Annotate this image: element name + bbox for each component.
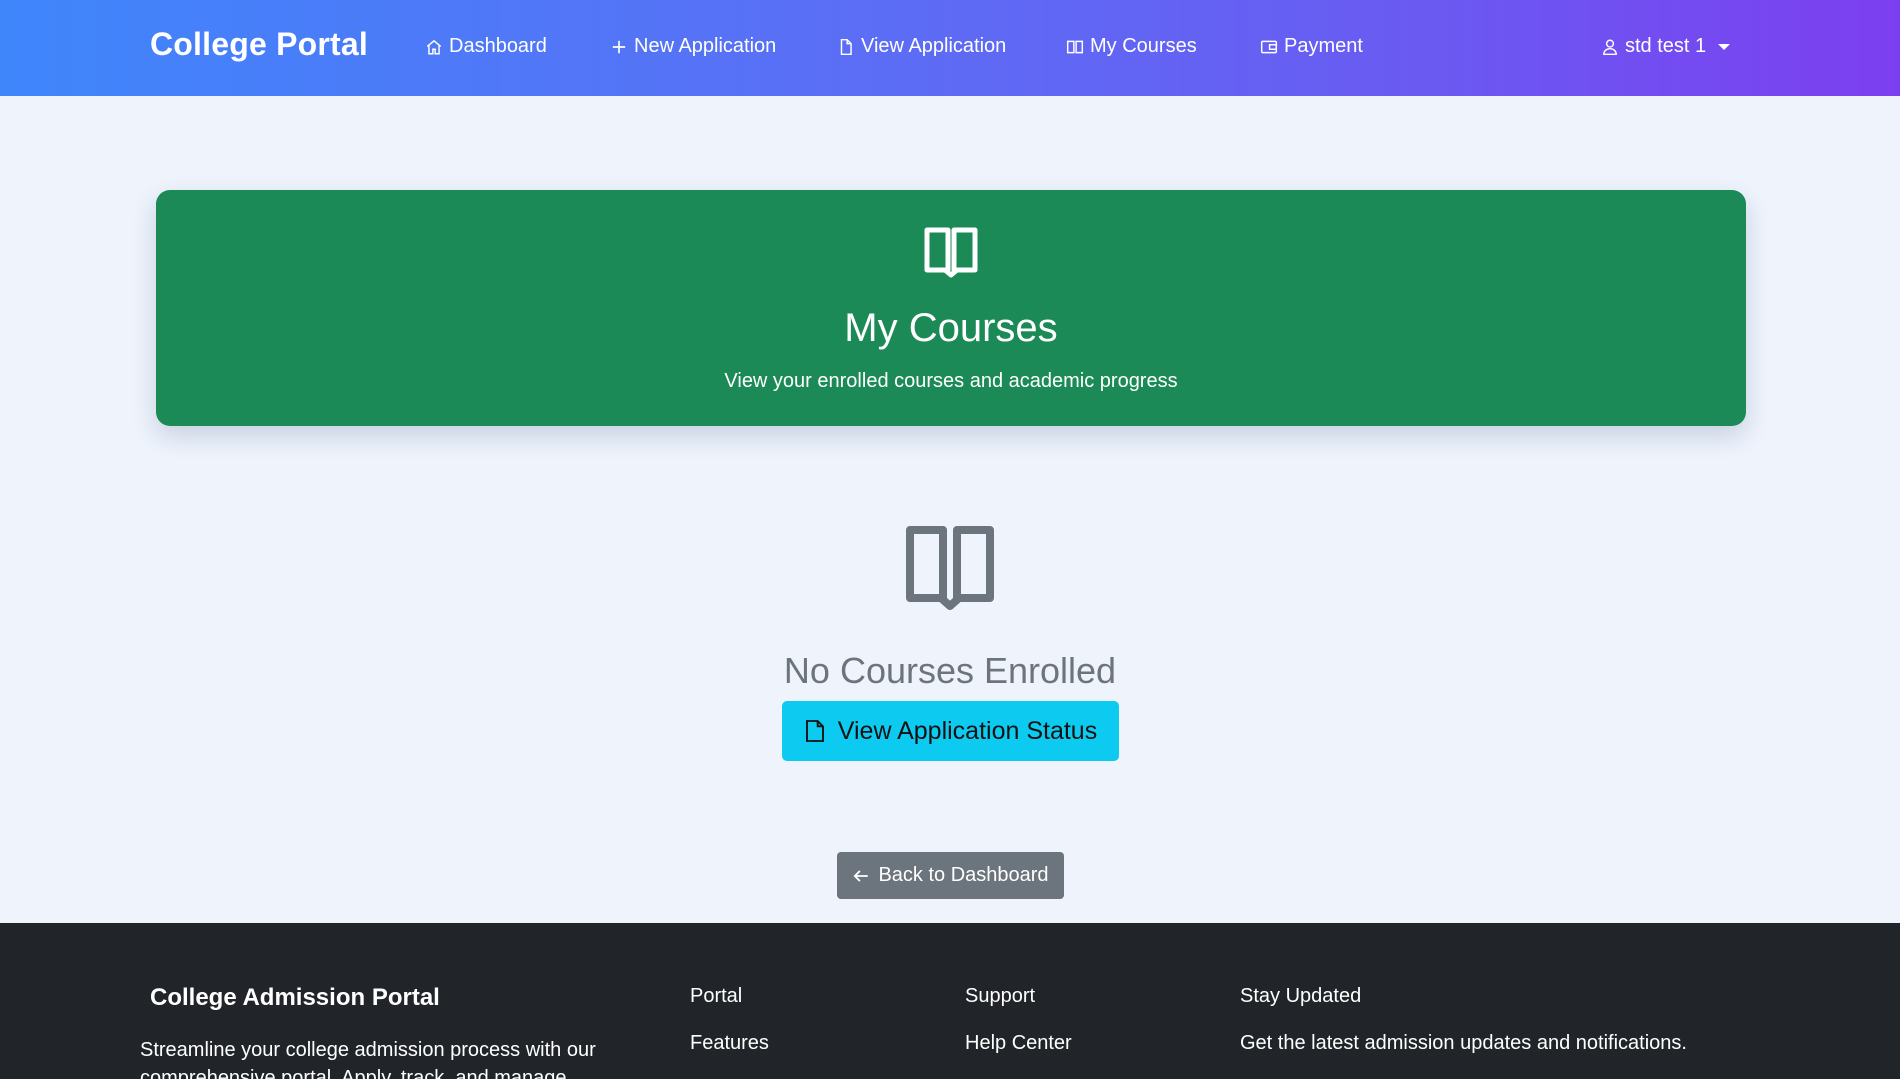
- book-icon: [906, 526, 994, 610]
- footer-description: Streamline your college admission proces…: [140, 1039, 596, 1079]
- chevron-down-icon: [1718, 43, 1731, 50]
- nav-dashboard-label: Dashboard: [449, 35, 547, 57]
- page-header-card: My Courses View your enrolled courses an…: [156, 190, 1746, 426]
- nav-view-application[interactable]: View Application: [837, 35, 1006, 58]
- file-icon: [805, 720, 824, 742]
- user-menu-dropdown[interactable]: std test 1: [1601, 35, 1731, 58]
- book-icon: [924, 227, 978, 278]
- view-application-status-label: View Application Status: [837, 716, 1098, 745]
- footer-link-features[interactable]: Features: [690, 1032, 769, 1055]
- footer-link-help-center[interactable]: Help Center: [965, 1032, 1072, 1055]
- plus-icon: [612, 40, 626, 53]
- back-to-dashboard-label: Back to Dashboard: [878, 864, 1049, 886]
- footer-heading-stay-updated: Stay Updated: [1240, 985, 1362, 1007]
- nav-dashboard[interactable]: Dashboard: [425, 35, 547, 58]
- back-to-dashboard-button[interactable]: Back to Dashboard: [837, 852, 1064, 899]
- footer-heading-portal: Portal: [690, 985, 743, 1007]
- site-footer: College Admission Portal Streamline your…: [0, 923, 1900, 1079]
- user-icon: [1603, 39, 1617, 55]
- arrow-left-icon: [853, 869, 869, 882]
- nav-my-courses[interactable]: My Courses: [1066, 35, 1197, 58]
- nav-payment-label: Payment: [1284, 35, 1363, 57]
- footer-updates-text: Get the latest admission updates and not…: [1240, 1032, 1687, 1054]
- footer-heading-support: Support: [965, 985, 1036, 1007]
- user-name-label: std test 1: [1625, 35, 1707, 57]
- nav-my-courses-label: My Courses: [1090, 35, 1197, 57]
- page-title: My Courses: [844, 306, 1058, 350]
- wallet-icon: [1260, 40, 1278, 53]
- file-icon: [840, 38, 852, 55]
- home-icon: [426, 39, 442, 54]
- top-navbar: College Portal Dashboard New Application…: [0, 0, 1900, 96]
- empty-state-title: No Courses Enrolled: [783, 650, 1117, 691]
- page-subtitle: View your enrolled courses and academic …: [724, 370, 1178, 392]
- book-icon: [1066, 40, 1084, 53]
- brand-logo-text[interactable]: College Portal: [150, 26, 368, 63]
- nav-payment[interactable]: Payment: [1260, 35, 1363, 58]
- footer-brand: College Admission Portal: [150, 984, 440, 1011]
- nav-view-application-label: View Application: [861, 35, 1007, 57]
- nav-new-application[interactable]: New Application: [610, 35, 776, 58]
- nav-new-application-label: New Application: [634, 35, 777, 57]
- view-application-status-button[interactable]: View Application Status: [782, 701, 1119, 761]
